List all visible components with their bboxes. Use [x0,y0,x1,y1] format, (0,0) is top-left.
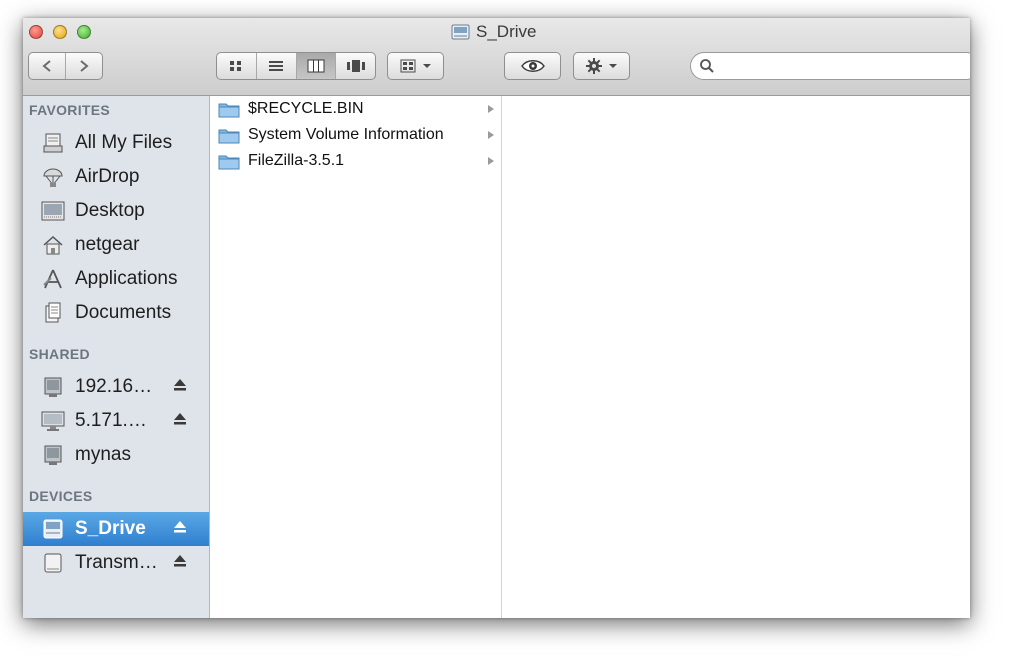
sidebar-item-label: 192.16… [75,376,153,397]
server-icon [40,375,66,399]
eject-icon[interactable] [173,411,187,427]
favorites-header: FAVORITES [29,102,111,118]
sidebar-item-mynas[interactable]: mynas [23,438,209,472]
list-item[interactable]: $RECYCLE.BIN [210,96,501,122]
disclosure-arrow-icon [488,131,494,139]
desktop-icon [40,199,66,223]
applications-icon [40,267,66,291]
icon-view-button[interactable] [217,53,257,79]
sidebar-item-airdrop[interactable]: AirDrop [23,160,209,194]
cover-flow-icon [346,60,365,72]
folder-icon [218,129,240,143]
search-field[interactable] [690,52,970,80]
search-icon [700,59,714,73]
search-input[interactable] [721,57,965,75]
back-arrow-icon [42,60,51,72]
sidebar-item-label: Desktop [75,200,145,221]
sidebar-item-label: Documents [75,302,172,323]
icon-view-icon [230,61,242,71]
quick-look-button[interactable] [504,52,561,80]
list-item[interactable]: FileZilla-3.5.1 [210,148,501,174]
list-view-button[interactable] [257,53,297,79]
arrange-button[interactable] [387,52,444,80]
disclosure-arrow-icon [488,105,494,113]
sidebar-item-shared-5171[interactable]: 5.171.… [23,404,209,438]
sidebar-item-desktop[interactable]: Desktop [23,194,209,228]
column-view-icon [307,59,325,73]
chevron-down-icon [609,64,617,68]
finder-window: S_Drive FAVORITES All My Files AirDrop D… [23,18,970,618]
list-view-icon [269,61,284,71]
cover-flow-view-button[interactable] [336,53,375,79]
sidebar-item-label: All My Files [75,132,173,153]
eject-icon[interactable] [173,377,187,393]
minimize-window-button[interactable] [53,25,67,39]
eject-icon[interactable] [173,519,187,535]
sidebar-item-label: 5.171.… [75,410,147,431]
sidebar-item-s-drive[interactable]: S_Drive [23,512,209,546]
folder-name: FileZilla-3.5.1 [248,152,345,169]
eye-icon [520,60,545,72]
arrange-grid-icon [400,59,415,73]
action-button[interactable] [573,52,630,80]
disk-icon [40,551,66,575]
forward-arrow-icon [80,60,89,72]
monitor-icon [40,409,66,433]
all-my-files-icon [40,131,66,155]
zoom-window-button[interactable] [77,25,91,39]
window-title-text: S_Drive [476,22,537,41]
sidebar-item-label: Applications [75,268,178,289]
sidebar-item-documents[interactable]: Documents [23,296,209,330]
sidebar-item-label: Transm… [75,552,158,573]
browser-column-1: $RECYCLE.BIN System Volume Information F… [210,96,502,618]
folder-icon [218,103,240,117]
home-icon [40,233,66,257]
server-icon [40,443,66,467]
gear-icon [586,58,602,74]
back-forward-control [28,52,103,80]
sidebar-item-label: AirDrop [75,166,140,187]
toolbar: S_Drive [23,18,970,96]
sidebar: FAVORITES All My Files AirDrop Desktop n… [23,96,210,618]
sidebar-item-label: mynas [75,444,131,465]
network-drive-icon [40,517,66,541]
view-mode-control [216,52,376,80]
column-view-button[interactable] [296,53,337,79]
shared-header: SHARED [29,346,90,362]
folder-name: System Volume Information [248,126,444,143]
sidebar-item-transm[interactable]: Transm… [23,546,209,580]
back-button[interactable] [29,53,66,79]
sidebar-item-applications[interactable]: Applications [23,262,209,296]
list-item[interactable]: System Volume Information [210,122,501,148]
sidebar-item-shared-192[interactable]: 192.16… [23,370,209,404]
eject-icon[interactable] [173,553,187,569]
sidebar-item-label: netgear [75,234,140,255]
forward-button[interactable] [66,53,102,79]
sidebar-item-netgear[interactable]: netgear [23,228,209,262]
window-title: S_Drive [451,21,536,43]
chevron-down-icon [422,64,431,68]
folder-name: $RECYCLE.BIN [248,100,364,117]
disclosure-arrow-icon [488,157,494,165]
sidebar-item-label: S_Drive [75,518,146,539]
sidebar-item-all-my-files[interactable]: All My Files [23,126,209,160]
network-drive-icon [451,24,470,40]
close-window-button[interactable] [29,25,43,39]
airdrop-icon [40,165,66,189]
devices-header: DEVICES [29,488,93,504]
browser-column-2 [502,96,970,618]
documents-icon [40,301,66,325]
folder-icon [218,155,240,169]
